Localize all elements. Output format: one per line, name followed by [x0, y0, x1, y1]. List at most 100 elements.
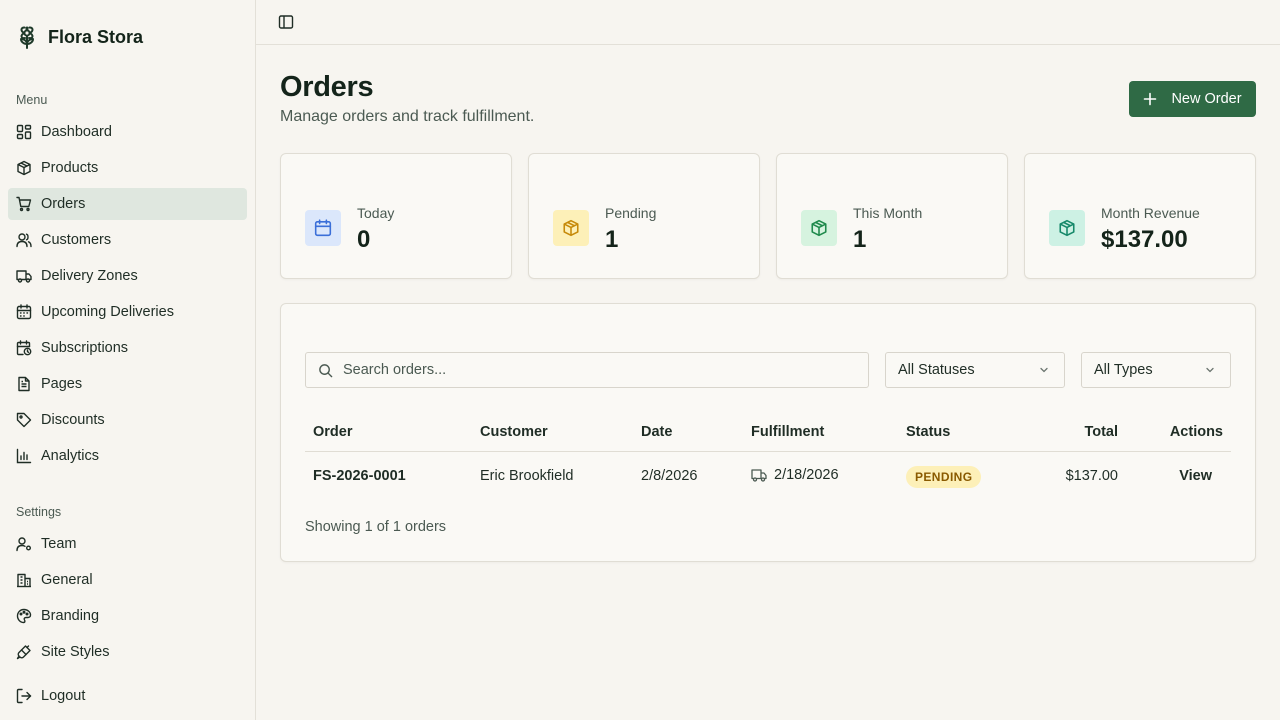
sidebar-item-analytics[interactable]: Analytics	[8, 440, 247, 472]
settings-nav: Team General Branding Site Styles	[8, 528, 247, 672]
sidebar-item-branding[interactable]: Branding	[8, 600, 247, 632]
chevron-down-icon	[1038, 364, 1050, 376]
sidebar-item-label: Delivery Zones	[41, 268, 138, 284]
stat-value: $137.00	[1101, 226, 1188, 253]
user-cog-icon	[16, 536, 32, 552]
stat-value: 1	[853, 226, 867, 253]
sidebar-item-subscriptions[interactable]: Subscriptions	[8, 332, 247, 364]
sidebar-item-label: Pages	[41, 376, 83, 392]
sidebar-item-pages[interactable]: Pages	[8, 368, 247, 400]
menu-section-label: Menu	[16, 93, 48, 107]
sidebar-item-team[interactable]: Team	[8, 528, 247, 560]
new-order-button[interactable]: New Order	[1129, 81, 1256, 117]
sidebar-item-label: Dashboard	[41, 124, 112, 140]
status-filter-value: All Statuses	[898, 362, 975, 378]
sidebar-item-label: Branding	[41, 608, 100, 624]
column-header-date[interactable]: Date	[641, 424, 672, 440]
column-header-total[interactable]: Total	[1084, 424, 1118, 440]
fulfillment-date: 2/18/2026	[774, 467, 839, 483]
sidebar-item-general[interactable]: General	[8, 564, 247, 596]
building-icon	[16, 572, 32, 588]
sidebar-item-orders[interactable]: Orders	[8, 188, 247, 220]
sidebar-item-delivery-zones[interactable]: Delivery Zones	[8, 260, 247, 292]
sidebar-item-label: Team	[41, 536, 77, 552]
order-total: $137.00	[1065, 468, 1118, 484]
sidebar-item-label: Orders	[41, 196, 86, 212]
stat-label: This Month	[853, 205, 923, 221]
sidebar-item-products[interactable]: Products	[8, 152, 247, 184]
sidebar-item-label: Site Styles	[41, 644, 110, 660]
brand-name: Flora Stora	[48, 26, 144, 47]
sidebar-item-label: Subscriptions	[41, 340, 129, 356]
chevron-down-icon	[1204, 364, 1216, 376]
logout-label: Logout	[41, 688, 86, 704]
plus-icon	[1143, 92, 1157, 106]
column-header-fulfillment[interactable]: Fulfillment	[751, 424, 824, 440]
page-title: Orders	[280, 71, 374, 103]
users-icon	[16, 232, 32, 248]
stat-card-today: Today 0	[280, 153, 512, 279]
status-filter-select[interactable]: All Statuses	[885, 352, 1065, 388]
brush-icon	[16, 644, 32, 660]
palette-icon	[16, 608, 32, 624]
calendar-clock-icon	[16, 340, 32, 356]
column-header-actions: Actions	[1169, 424, 1223, 440]
search-icon	[318, 363, 333, 378]
brand[interactable]: Flora Stora	[16, 24, 143, 50]
customer-name: Eric Brookfield	[480, 468, 574, 484]
sidebar-toggle-icon[interactable]	[278, 14, 294, 30]
stat-label: Month Revenue	[1101, 205, 1200, 221]
flower-logo-icon	[16, 24, 38, 50]
stat-value: 0	[357, 226, 371, 253]
sidebar-item-site-styles[interactable]: Site Styles	[8, 636, 247, 668]
logout-button[interactable]: Logout	[8, 680, 247, 712]
type-filter-value: All Types	[1094, 362, 1153, 378]
orders-table-card: All Statuses All Types Order Customer Da…	[280, 303, 1256, 562]
page-subtitle: Manage orders and track fulfillment.	[280, 108, 535, 125]
search-box[interactable]	[305, 352, 869, 388]
search-input[interactable]	[343, 362, 843, 378]
stat-label: Pending	[605, 205, 657, 221]
stat-card-pending: Pending 1	[528, 153, 760, 279]
order-number[interactable]: FS-2026-0001	[313, 468, 406, 484]
sidebar-item-label: Upcoming Deliveries	[41, 304, 174, 320]
new-order-label: New Order	[1171, 91, 1242, 107]
cart-icon	[16, 196, 32, 212]
settings-section-label: Settings	[16, 505, 62, 519]
package-icon	[16, 160, 32, 176]
package-icon	[1049, 210, 1085, 246]
sidebar: Flora Stora Menu Dashboard Products Orde…	[0, 0, 256, 720]
sidebar-item-discounts[interactable]: Discounts	[8, 404, 247, 436]
sidebar-item-label: Analytics	[41, 448, 100, 464]
main-nav: Dashboard Products Orders Customers Deli…	[8, 116, 247, 476]
status-badge: PENDING	[906, 466, 982, 488]
file-icon	[16, 376, 32, 392]
logout-icon	[16, 688, 32, 704]
column-header-order[interactable]: Order	[313, 424, 353, 440]
order-date: 2/8/2026	[641, 468, 698, 484]
logout-nav: Logout	[8, 680, 247, 716]
calendar-icon	[305, 210, 341, 246]
type-filter-select[interactable]: All Types	[1081, 352, 1231, 388]
fulfillment-cell: 2/18/2026	[751, 467, 839, 483]
tag-icon	[16, 412, 32, 428]
results-count: Showing 1 of 1 orders	[305, 519, 447, 535]
table-row[interactable]: FS-2026-0001 Eric Brookfield 2/8/2026 2/…	[305, 453, 1231, 501]
sidebar-item-dashboard[interactable]: Dashboard	[8, 116, 247, 148]
topbar	[256, 0, 1280, 45]
package-icon	[801, 210, 837, 246]
truck-icon	[16, 268, 32, 284]
sidebar-item-upcoming-deliveries[interactable]: Upcoming Deliveries	[8, 296, 247, 328]
view-order-link[interactable]: View	[1179, 468, 1212, 484]
stat-card-this-month: This Month 1	[776, 153, 1008, 279]
sidebar-item-label: Discounts	[41, 412, 105, 428]
column-header-customer[interactable]: Customer	[480, 424, 548, 440]
sidebar-item-label: Customers	[41, 232, 112, 248]
stat-label: Today	[357, 205, 395, 221]
sidebar-item-customers[interactable]: Customers	[8, 224, 247, 256]
sidebar-item-label: General	[41, 572, 93, 588]
truck-icon	[751, 467, 767, 483]
stat-value: 1	[605, 226, 619, 253]
chart-icon	[16, 448, 32, 464]
column-header-status[interactable]: Status	[906, 424, 950, 440]
